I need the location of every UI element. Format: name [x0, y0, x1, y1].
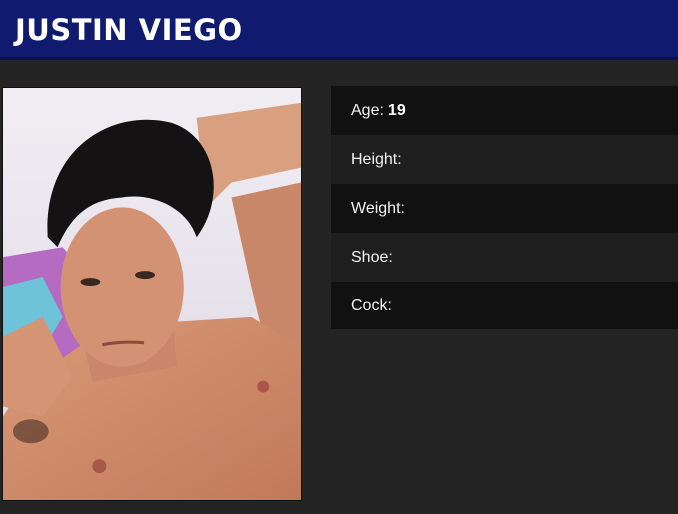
model-name-title: JUSTIN VIEGO [15, 13, 243, 47]
stat-height-row: Height: [331, 135, 678, 184]
model-stats-list: Age: 19 Height: Weight: Shoe: Cock: [331, 86, 678, 329]
stat-shoe-label: Shoe: [351, 248, 393, 266]
stat-weight-row: Weight: [331, 184, 678, 233]
stat-weight-label: Weight: [351, 199, 405, 217]
model-photo-image [3, 88, 301, 500]
stat-shoe-row: Shoe: [331, 233, 678, 282]
page-header: JUSTIN VIEGO [0, 0, 678, 60]
stat-height-label: Height: [351, 150, 402, 168]
model-photo [2, 87, 302, 501]
stat-age-value: 19 [387, 101, 406, 119]
stat-cock-row: Cock: [331, 282, 678, 329]
stat-age-label: Age: [351, 101, 384, 119]
stat-cock-label: Cock: [351, 296, 392, 314]
stat-age-row: Age: 19 [331, 86, 678, 135]
